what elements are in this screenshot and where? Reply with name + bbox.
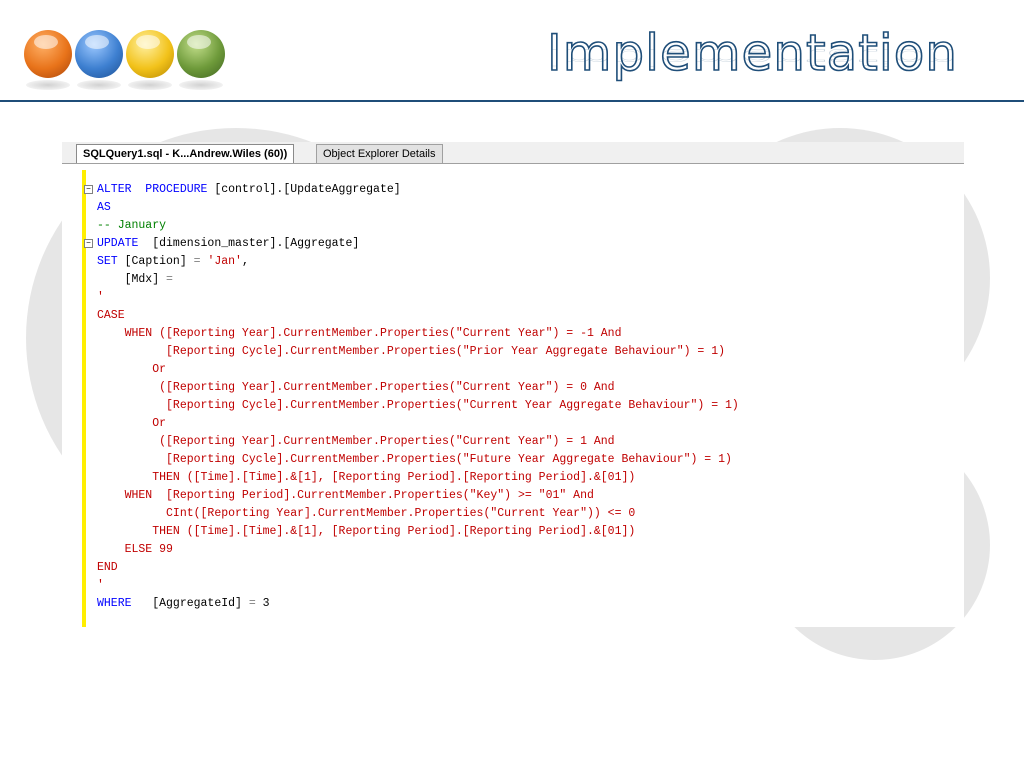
header-divider — [0, 100, 1024, 102]
slide-header: Implementation Implementation — [0, 0, 1024, 102]
collapse-icon[interactable]: − — [84, 185, 93, 194]
code-line: ([Reporting Year].CurrentMember.Properti… — [97, 381, 615, 394]
code-line: Or — [97, 363, 167, 376]
orange-ball-icon — [24, 30, 72, 78]
code-line: THEN ([Time].[Time].&[1], [Reporting Per… — [97, 525, 636, 538]
ball-shadow — [77, 80, 121, 90]
code-line: AS — [97, 201, 111, 214]
code-line: ' — [97, 291, 104, 304]
code-line: ALTER PROCEDURE [control].[UpdateAggrega… — [97, 183, 401, 196]
ball-shadow — [26, 80, 70, 90]
code-line: ELSE 99 — [97, 543, 173, 556]
green-ball-icon — [177, 30, 225, 78]
yellow-ball-icon — [126, 30, 174, 78]
blue-ball-icon — [75, 30, 123, 78]
code-line: CASE — [97, 309, 125, 322]
collapse-icon[interactable]: − — [84, 239, 93, 248]
code-line: [Reporting Cycle].CurrentMember.Properti… — [97, 453, 732, 466]
code-line: WHEN [Reporting Period].CurrentMember.Pr… — [97, 489, 594, 502]
code-line: -- January — [97, 219, 167, 232]
tab-sqlquery1[interactable]: SQLQuery1.sql - K...Andrew.Wiles (60)) — [76, 144, 295, 163]
slide-title-reflection: Implementation — [546, 43, 959, 71]
code-line: [Reporting Cycle].CurrentMember.Properti… — [97, 345, 726, 358]
code-line: CInt([Reporting Year].CurrentMember.Prop… — [97, 507, 636, 520]
code-line: Or — [97, 417, 167, 430]
code-line: WHERE [AggregateId] = 3 — [97, 597, 270, 610]
code-line: ([Reporting Year].CurrentMember.Properti… — [97, 435, 615, 448]
tab-object-explorer-details[interactable]: Object Explorer Details — [316, 144, 443, 164]
document-tab-bar: SQLQuery1.sql - K...Andrew.Wiles (60)) O… — [62, 142, 964, 164]
query-editor-window: SQLQuery1.sql - K...Andrew.Wiles (60)) O… — [62, 142, 964, 627]
code-line: ALTER PROCEDURE — [97, 183, 208, 196]
code-line: THEN ([Time].[Time].&[1], [Reporting Per… — [97, 471, 636, 484]
code-editor[interactable]: − − ALTER PROCEDURE [control].[UpdateAgg… — [62, 164, 964, 627]
code-line: ' — [97, 579, 104, 592]
code-line: [Reporting Cycle].CurrentMember.Properti… — [97, 399, 739, 412]
decorative-balls — [24, 30, 225, 78]
code-line: [Mdx] = — [97, 273, 173, 286]
code-line: END — [97, 561, 118, 574]
sql-code: ALTER PROCEDURE [control].[UpdateAggrega… — [97, 181, 739, 613]
code-line: UPDATE [dimension_master].[Aggregate] — [97, 237, 360, 250]
code-line: SET [Caption] = 'Jan', — [97, 255, 249, 268]
editor-gutter — [62, 164, 82, 627]
ball-shadow — [179, 80, 223, 90]
code-line: WHEN ([Reporting Year].CurrentMember.Pro… — [97, 327, 622, 340]
ball-shadow — [128, 80, 172, 90]
